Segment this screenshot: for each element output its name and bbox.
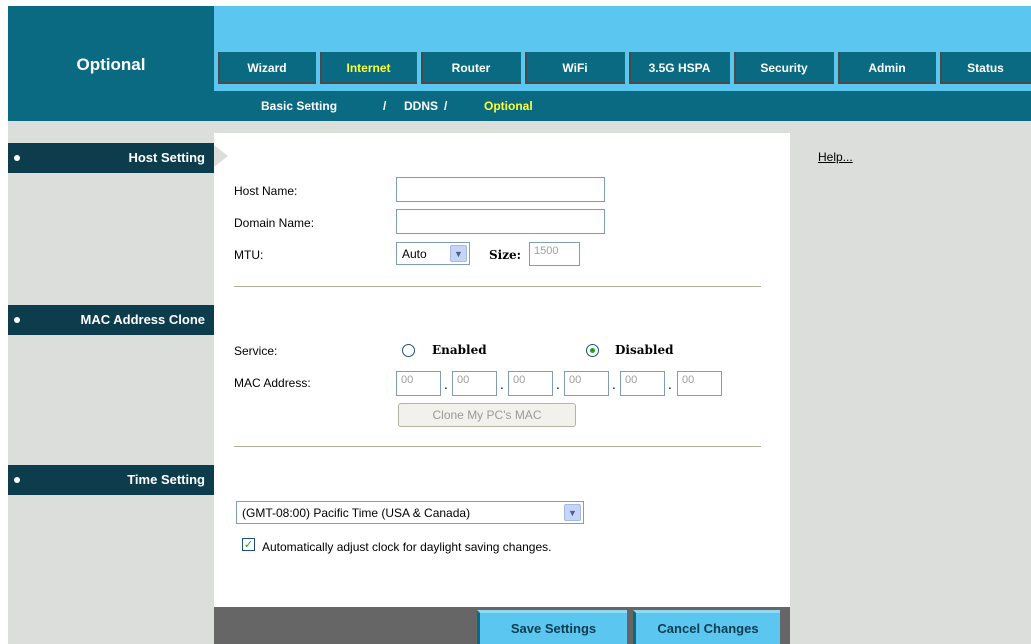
tab-internet[interactable]: Internet xyxy=(320,52,417,84)
section-pointer xyxy=(214,145,228,167)
mac-octet-6-input[interactable]: 00 xyxy=(677,371,722,396)
section-title: MAC Address Clone xyxy=(80,312,205,327)
mac-dot: . xyxy=(556,378,560,392)
section-mac-address-clone: MAC Address Clone xyxy=(8,305,214,335)
mac-address-label: MAC Address: xyxy=(234,376,311,390)
timezone-selected-value: (GMT-08:00) Pacific Time (USA & Canada) xyxy=(242,506,471,520)
host-name-label: Host Name: xyxy=(234,184,298,198)
subnav-ddns[interactable]: DDNS xyxy=(404,99,438,113)
left-section-column xyxy=(8,121,214,644)
chevron-down-icon: ▼ xyxy=(564,504,581,521)
dst-label: Automatically adjust clock for daylight … xyxy=(262,540,552,554)
enabled-label: Enabled xyxy=(432,343,487,357)
section-host-setting: Host Setting xyxy=(8,143,214,173)
divider xyxy=(234,446,761,447)
mac-octet-3-input[interactable]: 00 xyxy=(508,371,553,396)
bullet-icon xyxy=(14,477,20,483)
dst-checkbox[interactable]: ✓ xyxy=(242,538,255,551)
content-top-strip xyxy=(214,121,790,133)
mtu-select[interactable]: Auto ▼ xyxy=(396,242,470,265)
tab-label: Router xyxy=(451,61,491,75)
bullet-icon xyxy=(14,155,20,161)
disabled-label: Disabled xyxy=(615,343,674,357)
tab-status[interactable]: Status xyxy=(940,52,1031,84)
section-time-setting: Time Setting xyxy=(8,465,214,495)
tab-label: Wizard xyxy=(247,61,287,75)
section-title: Host Setting xyxy=(128,150,205,165)
sub-navigation: Basic Setting / DDNS / Optional xyxy=(214,91,1031,121)
chevron-down-icon: ▼ xyxy=(450,245,467,262)
tab-router[interactable]: Router xyxy=(421,52,521,84)
bullet-icon xyxy=(14,317,20,323)
mac-octet-1-input[interactable]: 00 xyxy=(396,371,441,396)
mac-dot: . xyxy=(500,378,504,392)
mac-dot: . xyxy=(444,378,448,392)
section-title: Time Setting xyxy=(127,472,205,487)
mac-octet-2-input[interactable]: 00 xyxy=(452,371,497,396)
disabled-radio[interactable] xyxy=(586,344,599,357)
tab-label: WiFi xyxy=(562,61,588,75)
page-title: Optional xyxy=(76,55,146,74)
tab-label: 3.5G HSPA xyxy=(648,61,711,75)
tab-label: Internet xyxy=(346,61,391,75)
subnav-separator: / xyxy=(444,99,448,113)
tab-security[interactable]: Security xyxy=(734,52,834,84)
tab-label: Status xyxy=(967,61,1004,75)
radio-selected-dot xyxy=(590,348,595,353)
mtu-selected-value: Auto xyxy=(402,247,427,261)
mtu-label: MTU: xyxy=(234,248,264,262)
enabled-radio[interactable] xyxy=(402,344,415,357)
service-label: Service: xyxy=(234,344,278,358)
mac-octet-5-input[interactable]: 00 xyxy=(620,371,665,396)
mtu-size-input[interactable]: 1500 xyxy=(529,242,580,266)
subnav-basic-setting[interactable]: Basic Setting xyxy=(261,99,337,113)
tab-wizard[interactable]: Wizard xyxy=(218,52,316,84)
subnav-separator: / xyxy=(383,99,387,113)
timezone-select[interactable]: (GMT-08:00) Pacific Time (USA & Canada) … xyxy=(236,501,584,524)
help-column xyxy=(790,121,1031,644)
tab-admin[interactable]: Admin xyxy=(838,52,936,84)
save-settings-button[interactable]: Save Settings xyxy=(477,610,627,644)
tab-wifi[interactable]: WiFi xyxy=(525,52,625,84)
cancel-changes-button[interactable]: Cancel Changes xyxy=(633,610,780,644)
tab-label: Admin xyxy=(868,61,906,75)
domain-name-label: Domain Name: xyxy=(234,216,315,230)
mac-dot: . xyxy=(668,378,672,392)
subnav-optional[interactable]: Optional xyxy=(484,99,533,113)
divider xyxy=(234,286,761,287)
mac-dot: . xyxy=(612,378,616,392)
tab-label: Security xyxy=(760,61,808,75)
page-title-block: Optional xyxy=(8,6,214,121)
tab-3-5g-hspa[interactable]: 3.5G HSPA xyxy=(629,52,730,84)
size-label: Size: xyxy=(489,248,522,262)
mac-octet-4-input[interactable]: 00 xyxy=(564,371,609,396)
host-name-input[interactable] xyxy=(396,177,605,202)
clone-mac-button[interactable]: Clone My PC's MAC xyxy=(398,403,576,427)
help-link[interactable]: Help... xyxy=(818,150,853,164)
domain-name-input[interactable] xyxy=(396,209,605,234)
